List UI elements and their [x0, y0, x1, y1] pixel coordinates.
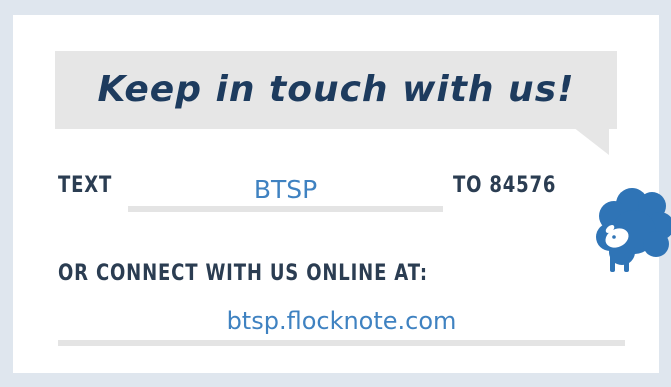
text-keyword: BTSP	[253, 175, 318, 204]
speech-bubble-tail	[573, 127, 609, 155]
connect-online-label: OR CONNECT WITH US ONLINE AT:	[58, 261, 428, 286]
sheep-icon	[596, 188, 671, 272]
website-link[interactable]: btsp.flocknote.com	[58, 307, 625, 335]
text-prefix-label: TEXT	[58, 173, 113, 198]
flocknote-card: Keep in touch with us! TEXT BTSP TO 8457…	[13, 15, 659, 373]
keyword-underline	[128, 206, 443, 212]
text-number-label: TO 84576	[453, 173, 557, 198]
url-underline	[58, 340, 625, 346]
headline: Keep in touch with us!	[97, 69, 575, 110]
